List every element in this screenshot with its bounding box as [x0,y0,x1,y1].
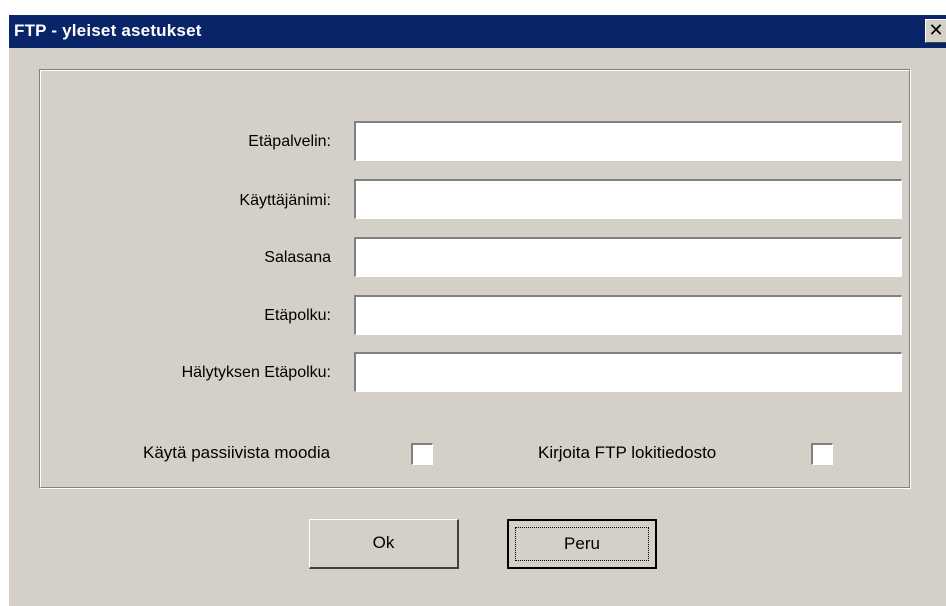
alarm-remote-path-label: Hälytyksen Etäpolku: [181,364,331,381]
write-log-label: Kirjoita FTP lokitiedosto [538,443,717,462]
settings-group-box: Etäpalvelin: Käyttäjänimi: Salasana Etäp… [39,69,911,489]
close-button[interactable]: ✕ [925,19,946,43]
remote-path-input[interactable] [354,295,902,335]
ftp-settings-dialog: FTP - yleiset asetukset ✕ Etäpalvelin: K… [8,14,946,606]
title-bar[interactable]: FTP - yleiset asetukset ✕ [9,15,946,48]
password-input[interactable] [354,237,902,277]
password-label: Salasana [264,249,331,266]
cancel-button-label: Peru [564,534,600,553]
remote-path-label: Etäpolku: [264,307,331,324]
alarm-remote-path-input[interactable] [354,352,902,392]
close-icon: ✕ [928,20,944,40]
dialog-title: FTP - yleiset asetukset [14,21,202,40]
passive-mode-checkbox[interactable] [411,443,433,465]
ok-button-label: Ok [372,533,395,552]
settings-group-inner: Etäpalvelin: Käyttäjänimi: Salasana Etäp… [40,70,910,488]
passive-mode-label: Käytä passiivista moodia [143,443,331,462]
focus-ring: Peru [515,527,649,561]
username-input[interactable] [354,179,902,219]
ok-button[interactable]: Ok [309,519,459,569]
remote-server-input[interactable] [354,121,902,161]
remote-server-label: Etäpalvelin: [248,133,331,150]
cancel-button[interactable]: Peru [507,519,657,569]
username-label: Käyttäjänimi: [239,192,331,209]
write-log-checkbox[interactable] [811,443,833,465]
